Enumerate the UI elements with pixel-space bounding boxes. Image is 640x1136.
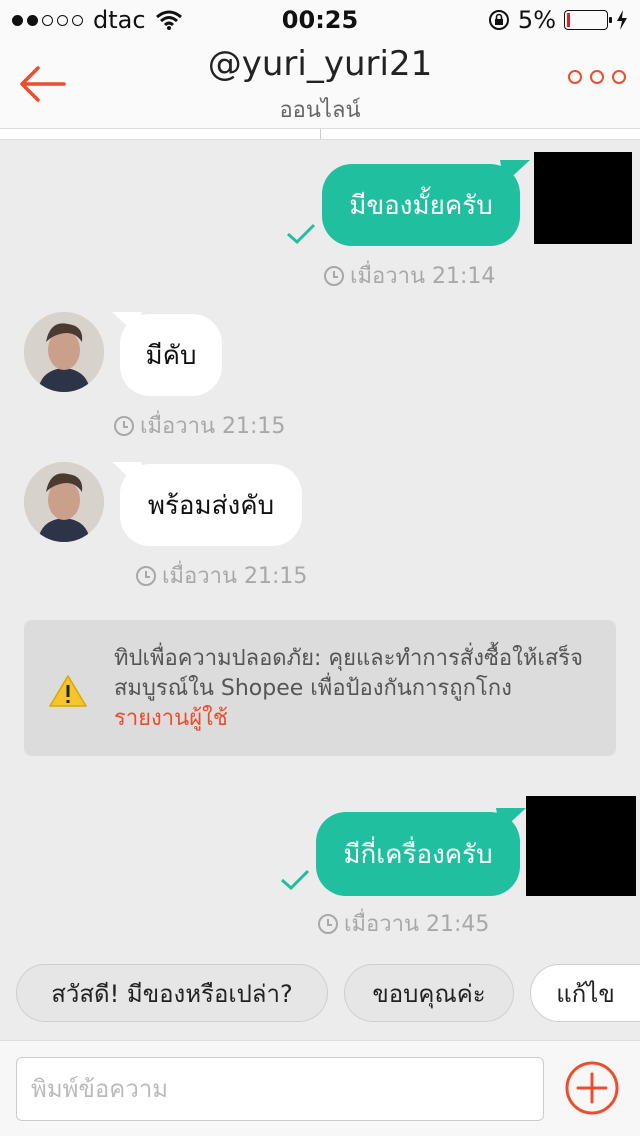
chat-username: @yuri_yuri21 xyxy=(207,44,433,84)
message-bubble-sent[interactable]: มีกี่เครื่องครับ xyxy=(316,812,520,896)
avatar-image xyxy=(24,462,104,542)
avatar[interactable] xyxy=(24,462,104,542)
redacted-avatar xyxy=(526,796,636,896)
message-text: มีของมั้ยครับ xyxy=(349,190,493,221)
message-timestamp: เมื่อวาน 21:14 xyxy=(324,258,495,293)
clock-icon xyxy=(318,913,338,934)
sent-check-icon xyxy=(287,223,316,245)
message-bubble-sent[interactable]: มีของมั้ยครับ xyxy=(322,164,520,246)
status-bar: dtac 00:25 5% xyxy=(0,0,640,40)
quick-replies: สวัสดี! มีของหรือเปล่า? ขอบคุณค่ะ แก้ไข xyxy=(0,964,640,1022)
message-text: พร้อมส่งคับ xyxy=(147,490,275,521)
status-right: 5% xyxy=(488,6,628,34)
battery-icon xyxy=(564,10,612,30)
avatar-image xyxy=(24,312,104,392)
clock-icon xyxy=(114,415,134,436)
edit-quick-replies-chip[interactable]: แก้ไข xyxy=(530,964,640,1022)
chat-header: @yuri_yuri21 ออนไลน์ xyxy=(0,40,640,128)
message-bubble-received[interactable]: มีคับ xyxy=(120,314,222,396)
message-text: มีคับ xyxy=(145,340,197,371)
clock-icon xyxy=(136,565,156,586)
more-options-icon[interactable] xyxy=(568,70,626,84)
message-timestamp: เมื่อวาน 21:45 xyxy=(318,906,489,941)
redacted-avatar xyxy=(534,152,632,244)
online-status: ออนไลน์ xyxy=(279,98,361,123)
message-text: มีกี่เครื่องครับ xyxy=(343,839,493,870)
avatar[interactable] xyxy=(24,312,104,392)
sent-check-icon xyxy=(281,869,310,891)
battery-percent: 5% xyxy=(517,6,556,34)
warning-icon xyxy=(49,675,87,707)
safety-tip-text: ทิปเพื่อความปลอดภัย: คุยและทำการสั่งซื้อ… xyxy=(114,644,594,734)
report-user-link[interactable]: รายงานผู้ใช้ xyxy=(114,704,594,734)
message-input[interactable] xyxy=(16,1057,544,1121)
message-timestamp: เมื่อวาน 21:15 xyxy=(114,408,285,443)
safety-tip-banner: ทิปเพื่อความปลอดภัย: คุยและทำการสั่งซื้อ… xyxy=(24,620,616,756)
quick-reply-chip[interactable]: สวัสดี! มีของหรือเปล่า? xyxy=(16,964,328,1022)
charging-bolt-icon xyxy=(617,10,627,30)
message-timestamp: เมื่อวาน 21:15 xyxy=(136,558,307,593)
orientation-lock-icon xyxy=(488,10,509,30)
message-composer xyxy=(0,1040,640,1136)
message-bubble-received[interactable]: พร้อมส่งคับ xyxy=(120,464,302,546)
clock-icon xyxy=(324,265,344,286)
add-attachment-icon[interactable] xyxy=(564,1060,620,1116)
quick-reply-chip[interactable]: ขอบคุณค่ะ xyxy=(344,964,514,1022)
header-divider xyxy=(0,128,640,140)
